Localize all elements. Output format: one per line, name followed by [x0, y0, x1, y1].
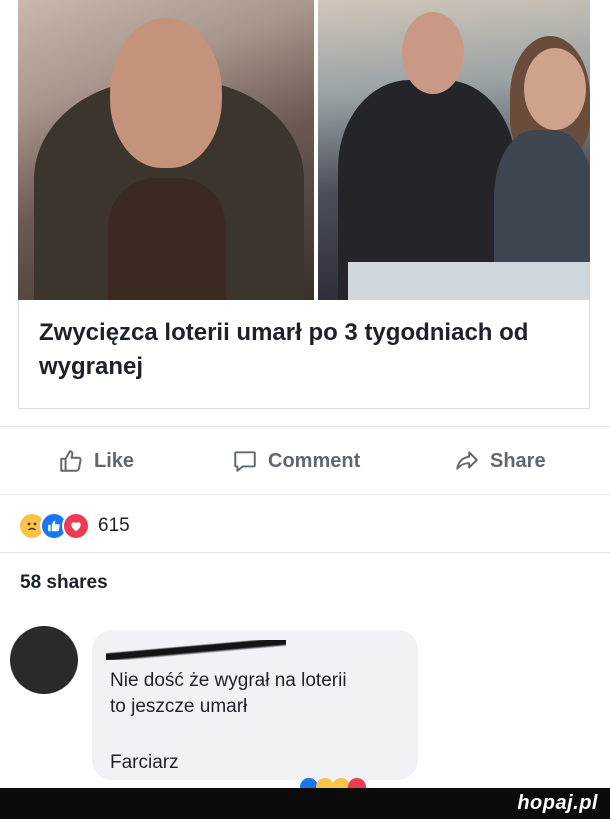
post-action-bar: Like Comment Share: [0, 438, 610, 484]
love-reaction-icon: [62, 512, 90, 540]
comment-label: Comment: [268, 449, 361, 472]
link-preview-card[interactable]: Zwycięzca loterii umarł po 3 tygodniach …: [18, 300, 590, 409]
redacted-name-scribble: [106, 640, 286, 660]
commenter-avatar[interactable]: [10, 626, 78, 694]
comment-text-line: to jeszcze umarł: [110, 696, 248, 717]
divider: [0, 552, 610, 553]
store-photo: [318, 0, 590, 300]
man-portrait-photo: [18, 0, 314, 300]
store-counter-shape: [348, 262, 590, 300]
divider: [0, 426, 610, 427]
share-button[interactable]: Share: [454, 438, 546, 484]
thumbs-up-icon: [60, 450, 82, 472]
woman-head-shape: [524, 48, 586, 130]
comment-text-line: Nie dość że wygrał na loterii: [110, 670, 347, 691]
man-head-shape: [110, 18, 222, 168]
man-head-shape: [402, 12, 464, 94]
comment-text-line: Farciarz: [110, 752, 179, 773]
share-count[interactable]: 58 shares: [20, 572, 108, 594]
shirt-shape: [108, 178, 226, 300]
post-headline[interactable]: Zwycięzca loterii umarł po 3 tygodniach …: [39, 316, 559, 384]
post-image[interactable]: [18, 0, 590, 300]
comment-bubble: Nie dość że wygrał na loterii to jeszcze…: [92, 630, 418, 780]
comment-button[interactable]: Comment: [232, 438, 360, 484]
reaction-count: 615: [98, 515, 130, 536]
share-arrow-icon: [456, 451, 478, 470]
love-reaction-icon: [348, 778, 366, 788]
share-label: Share: [490, 449, 546, 472]
watermark-bar: hopaj.pl: [0, 788, 610, 819]
speech-bubble-icon: [234, 451, 256, 472]
divider: [0, 494, 610, 495]
reaction-summary[interactable]: 615: [18, 510, 130, 542]
like-button[interactable]: Like: [58, 438, 134, 484]
like-label: Like: [94, 449, 135, 472]
site-logo[interactable]: hopaj.pl: [517, 792, 598, 815]
